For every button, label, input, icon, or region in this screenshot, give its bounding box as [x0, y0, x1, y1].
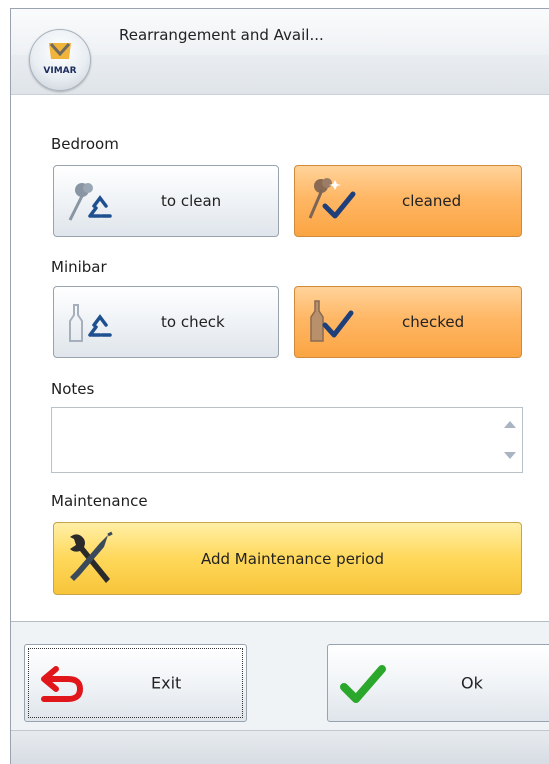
scroll-up-icon: [504, 421, 516, 428]
bedroom-label: Bedroom: [51, 135, 119, 153]
vimar-logo[interactable]: VIMAR: [29, 29, 91, 91]
tools-icon: [70, 531, 113, 583]
cleaned-button[interactable]: cleaned: [294, 165, 522, 237]
to-check-label: to check: [161, 313, 225, 331]
to-clean-label: to clean: [161, 192, 222, 210]
status-bar: [11, 730, 549, 764]
window-title: Rearrangement and Avail...: [119, 26, 324, 44]
add-maintenance-label: Add Maintenance period: [201, 549, 384, 568]
broom-check-icon: [308, 178, 356, 219]
notes-scrollbar[interactable]: [498, 408, 522, 472]
dialog-body: Bedroom to clean cleaned Minibar to chec…: [11, 95, 549, 620]
exit-label: Exit: [151, 673, 182, 693]
exit-button[interactable]: Exit: [24, 644, 247, 722]
minibar-label: Minibar: [51, 258, 107, 276]
checked-label: checked: [402, 313, 465, 331]
exit-arrow-icon: [41, 666, 84, 702]
notes-label: Notes: [51, 380, 95, 398]
add-maintenance-button[interactable]: Add Maintenance period: [53, 522, 522, 595]
broom-recycle-icon: [68, 183, 112, 221]
to-check-button[interactable]: to check: [53, 286, 279, 358]
to-clean-button[interactable]: to clean: [53, 165, 279, 237]
check-icon: [340, 665, 386, 703]
scroll-down-icon: [504, 452, 516, 459]
checked-button[interactable]: checked: [294, 286, 522, 358]
title-bar: VIMAR Rearrangement and Avail...: [11, 9, 549, 95]
ok-button[interactable]: Ok: [327, 644, 549, 722]
maintenance-label: Maintenance: [51, 492, 148, 510]
notes-textarea[interactable]: [51, 407, 523, 473]
logo-text: VIMAR: [43, 66, 77, 76]
bottle-check-icon: [310, 300, 354, 342]
dialog-footer: Exit Ok: [11, 621, 549, 764]
cleaned-label: cleaned: [402, 192, 462, 210]
ok-label: Ok: [461, 673, 483, 693]
dialog-window: VIMAR Rearrangement and Avail... Bedroom…: [10, 8, 549, 764]
bottle-recycle-icon: [69, 304, 112, 342]
